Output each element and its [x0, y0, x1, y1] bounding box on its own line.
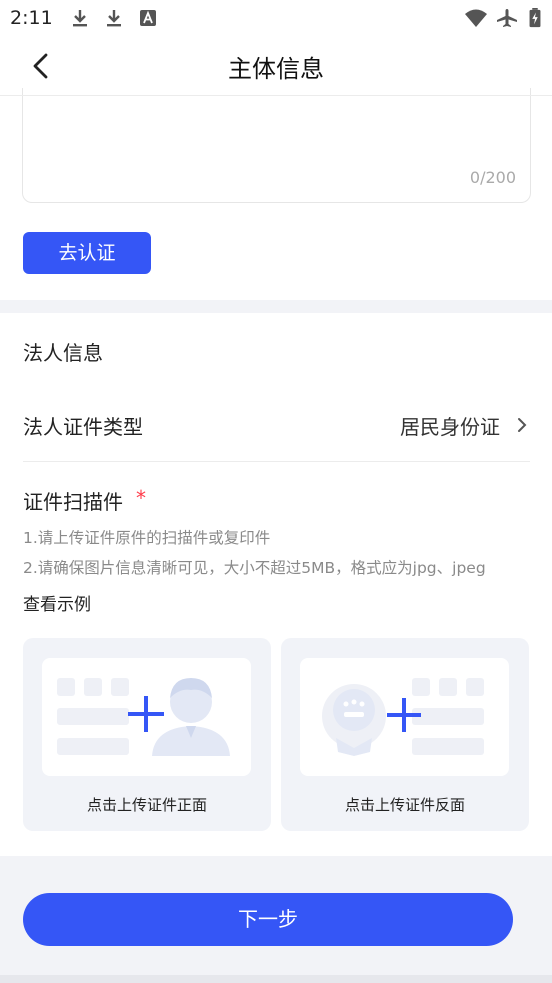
row-divider	[23, 461, 530, 462]
page-title: 主体信息	[228, 55, 324, 83]
upload-front-card[interactable]: 点击上传证件正面	[23, 638, 271, 831]
header-divider	[0, 95, 552, 96]
char-counter: 0/200	[469, 168, 516, 187]
upload-front-label: 点击上传证件正面	[86, 796, 207, 814]
hint-text: 2.请确保图片信息清晰可见，大小不超过5MB，格式应为jpg、jpeg	[23, 559, 486, 577]
battery-charging-icon	[529, 8, 541, 28]
next-step-button[interactable]: 下一步	[23, 893, 513, 946]
chevron-right-icon[interactable]	[516, 415, 528, 435]
id-type-select[interactable]: 居民身份证	[400, 411, 500, 440]
id-card-back-illustration	[322, 678, 484, 756]
hint-text: 1.请上传证件原件的扫描件或复印件	[23, 529, 271, 547]
id-type-label: 法人证件类型	[23, 415, 143, 439]
required-mark: *	[136, 486, 146, 510]
upload-back-label: 点击上传证件反面	[344, 796, 465, 814]
airplane-icon	[497, 9, 517, 27]
scan-title: 证件扫描件	[23, 490, 123, 514]
download-icon	[107, 10, 121, 27]
id-card-front-illustration	[57, 678, 230, 756]
upload-back-card[interactable]: 点击上传证件反面	[281, 638, 529, 831]
font-icon	[140, 10, 156, 26]
wifi-icon	[465, 9, 487, 27]
section-title: 法人信息	[23, 341, 103, 365]
id-front-placeholder	[42, 658, 251, 776]
verify-button[interactable]: 去认证	[23, 232, 151, 274]
description-textarea[interactable]	[22, 88, 531, 203]
id-back-placeholder	[300, 658, 509, 776]
section-gap	[0, 300, 552, 313]
status-time: 2:11	[10, 7, 53, 29]
bottom-edge	[0, 975, 552, 983]
download-icon	[73, 10, 87, 27]
view-example-link[interactable]: 查看示例	[23, 590, 91, 615]
